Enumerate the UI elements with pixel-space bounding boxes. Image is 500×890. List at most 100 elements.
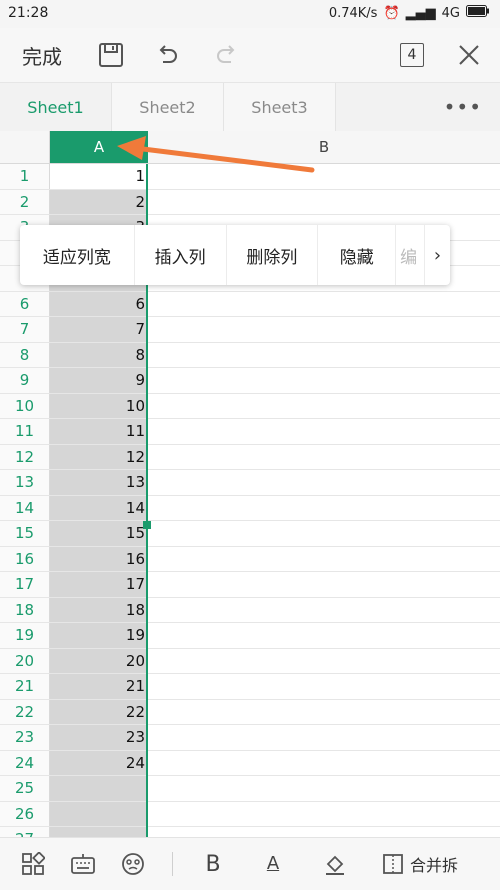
column-header-b[interactable]: B	[148, 131, 500, 164]
cell-a[interactable]: 24	[50, 750, 148, 775]
tab-sheet2[interactable]: Sheet2	[112, 83, 224, 131]
row-number[interactable]: 21	[0, 674, 50, 699]
cell-a[interactable]	[50, 776, 148, 801]
row-number[interactable]: 24	[0, 750, 50, 775]
bold-icon[interactable]: B	[198, 838, 228, 890]
row-number[interactable]: 19	[0, 623, 50, 648]
row-number[interactable]: 17	[0, 572, 50, 597]
battery-icon	[466, 5, 490, 21]
row-number[interactable]: 16	[0, 546, 50, 571]
fit-column-width-button[interactable]: 适应列宽	[20, 225, 135, 285]
more-tabs-icon[interactable]: •••	[444, 95, 482, 119]
row-number[interactable]: 18	[0, 597, 50, 622]
undo-icon[interactable]	[150, 28, 184, 82]
row-number[interactable]: 23	[0, 725, 50, 750]
cell-a[interactable]: 13	[50, 470, 148, 495]
column-context-menu: 适应列宽 插入列 删除列 隐藏 编 ›	[20, 225, 450, 285]
cell-a[interactable]: 22	[50, 699, 148, 724]
top-toolbar: 完成 4	[0, 28, 500, 83]
cell-a[interactable]: 6	[50, 291, 148, 316]
row-number[interactable]: 11	[0, 419, 50, 444]
table-row: 88	[0, 342, 500, 368]
table-row: 18 18	[0, 597, 500, 623]
cell-a[interactable]: 19	[50, 623, 148, 648]
table-row: 25	[0, 776, 500, 802]
row-number[interactable]: 10	[0, 393, 50, 418]
cell-a[interactable]: 18	[50, 597, 148, 622]
row-number[interactable]: 27	[0, 827, 50, 837]
chevron-right-icon[interactable]: ›	[424, 225, 450, 285]
table-row: 22	[0, 189, 500, 215]
sheet-count: 4	[400, 43, 424, 67]
edit-partial-button[interactable]: 编	[396, 225, 424, 285]
cell-a[interactable]: 21	[50, 674, 148, 699]
cell-a[interactable]: 20	[50, 648, 148, 673]
delete-column-button[interactable]: 删除列	[227, 225, 319, 285]
cell-a[interactable]: 1	[50, 164, 148, 189]
cell-a[interactable]: 10	[50, 393, 148, 418]
cell-a[interactable]: 16	[50, 546, 148, 571]
cell-a[interactable]	[50, 827, 148, 837]
signal-icon: ▂▄▆	[405, 5, 436, 21]
selection-handle[interactable]	[143, 521, 151, 529]
save-icon[interactable]	[96, 28, 126, 82]
cell-a[interactable]: 15	[50, 521, 148, 546]
emoji-icon[interactable]	[118, 838, 148, 890]
status-bar: 21:28 0.74K/s ⏰ ▂▄▆ 4G	[0, 0, 500, 28]
keyboard-icon[interactable]	[68, 838, 98, 890]
row-number[interactable]: 20	[0, 648, 50, 673]
row-number[interactable]: 14	[0, 495, 50, 520]
table-row: 20 20	[0, 648, 500, 674]
table-row: 66	[0, 291, 500, 317]
tab-sheet1[interactable]: Sheet1	[0, 83, 112, 131]
tab-sheet3[interactable]: Sheet3	[224, 83, 336, 131]
net-speed: 0.74K/s	[328, 5, 378, 21]
hide-column-button[interactable]: 隐藏	[318, 225, 397, 285]
row-number[interactable]: 8	[0, 342, 50, 367]
table-row: 77	[0, 317, 500, 343]
row-number[interactable]: 1	[0, 164, 50, 189]
row-number[interactable]: 7	[0, 317, 50, 342]
select-all-corner[interactable]	[0, 131, 50, 164]
table-row: 10 10	[0, 393, 500, 419]
table-row: 15 15	[0, 521, 500, 547]
cell-a[interactable]: 11	[50, 419, 148, 444]
redo-icon[interactable]	[210, 28, 244, 82]
row-number[interactable]: 2	[0, 189, 50, 214]
cell-a[interactable]: 14	[50, 495, 148, 520]
column-header-a[interactable]: A	[50, 131, 148, 164]
cell-a[interactable]: 2	[50, 189, 148, 214]
cell-a[interactable]	[50, 801, 148, 826]
sheet-count-button[interactable]: 4	[398, 28, 426, 82]
row-number[interactable]: 15	[0, 521, 50, 546]
row-number[interactable]: 13	[0, 470, 50, 495]
merge-cells-icon	[383, 854, 403, 874]
table-row: 23 23	[0, 725, 500, 751]
done-button[interactable]: 完成	[22, 28, 62, 82]
font-color-icon[interactable]: A	[258, 838, 288, 890]
merge-cells-button[interactable]: 合并拆	[382, 838, 492, 890]
row-number[interactable]: 12	[0, 444, 50, 469]
row-number[interactable]: 6	[0, 291, 50, 316]
cell-a[interactable]: 17	[50, 572, 148, 597]
row-number[interactable]: 22	[0, 699, 50, 724]
cell-a[interactable]: 9	[50, 368, 148, 393]
table-row: 99	[0, 368, 500, 394]
table-row: 26	[0, 801, 500, 827]
cell-a[interactable]: 8	[50, 342, 148, 367]
row-number[interactable]: 25	[0, 776, 50, 801]
cell-a[interactable]: 12	[50, 444, 148, 469]
row-number[interactable]: 26	[0, 801, 50, 826]
grid-apps-icon[interactable]	[18, 838, 48, 890]
fill-color-icon[interactable]	[320, 838, 350, 890]
network-type: 4G	[441, 5, 460, 21]
status-time: 21:28	[8, 5, 49, 21]
insert-column-button[interactable]: 插入列	[135, 225, 227, 285]
row-number[interactable]: 9	[0, 368, 50, 393]
cell-a[interactable]: 23	[50, 725, 148, 750]
alarm-icon: ⏰	[383, 5, 400, 21]
merge-cells-label: 合并拆	[410, 856, 459, 875]
status-right: 0.74K/s ⏰ ▂▄▆ 4G	[329, 5, 490, 21]
close-icon[interactable]	[452, 28, 486, 82]
cell-a[interactable]: 7	[50, 317, 148, 342]
